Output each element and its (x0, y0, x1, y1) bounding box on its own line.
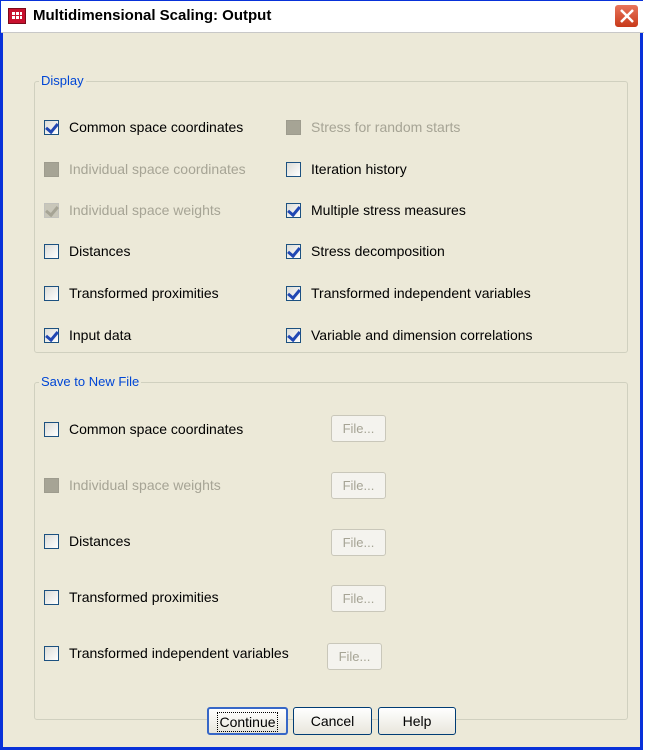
checkbox-multiple-stress-measures[interactable] (286, 203, 301, 218)
checkbox-save-transformed-proximities[interactable] (44, 590, 59, 605)
close-button[interactable] (614, 4, 639, 28)
label-iteration-history: Iteration history (311, 161, 407, 177)
checkbox-save-individual-space-weights[interactable] (44, 478, 59, 493)
label-save-individual-space-weights: Individual space weights (69, 477, 221, 493)
file-button-distances[interactable]: File... (331, 529, 386, 556)
label-save-transformed-proximities: Transformed proximities (69, 589, 219, 605)
cancel-button[interactable]: Cancel (293, 707, 372, 735)
checkbox-save-distances[interactable] (44, 534, 59, 549)
dialog-title: Multidimensional Scaling: Output (33, 7, 272, 24)
checkbox-transformed-independent-variables[interactable] (286, 286, 301, 301)
label-stress-decomposition: Stress decomposition (311, 243, 445, 259)
checkbox-individual-space-coordinates[interactable] (44, 162, 59, 177)
label-input-data: Input data (69, 327, 132, 343)
display-group-title: Display (39, 73, 86, 88)
title-bar: Multidimensional Scaling: Output (1, 1, 644, 33)
checkbox-common-space-coordinates[interactable] (44, 120, 59, 135)
label-distances: Distances (69, 243, 131, 259)
label-save-distances: Distances (69, 533, 131, 549)
continue-button[interactable]: Continue (207, 707, 288, 735)
label-stress-for-random-starts: Stress for random starts (311, 119, 461, 135)
checkbox-stress-decomposition[interactable] (286, 244, 301, 259)
checkbox-stress-for-random-starts[interactable] (286, 120, 301, 135)
label-individual-space-coordinates: Individual space coordinates (69, 161, 246, 177)
save-group-title: Save to New File (39, 374, 142, 389)
label-variable-and-dimension-correlations: Variable and dimension correlations (311, 327, 533, 343)
label-multiple-stress-measures: Multiple stress measures (311, 202, 466, 218)
continue-button-label: Continue (217, 712, 278, 732)
label-save-transformed-independent-variables: Transformed independent variables (69, 645, 289, 661)
checkbox-input-data[interactable] (44, 328, 59, 343)
help-button[interactable]: Help (378, 707, 456, 735)
label-transformed-independent-variables: Transformed independent variables (311, 285, 531, 301)
dialog-window: Multidimensional Scaling: Output Display… (0, 0, 644, 750)
file-button-individual-space-weights[interactable]: File... (331, 472, 386, 499)
checkbox-save-common-space-coordinates[interactable] (44, 422, 59, 437)
checkbox-transformed-proximities[interactable] (44, 286, 59, 301)
file-button-transformed-independent-variables[interactable]: File... (327, 643, 382, 670)
label-transformed-proximities: Transformed proximities (69, 285, 219, 301)
checkbox-individual-space-weights[interactable] (44, 203, 59, 218)
checkbox-variable-and-dimension-correlations[interactable] (286, 328, 301, 343)
label-common-space-coordinates: Common space coordinates (69, 119, 244, 135)
label-individual-space-weights: Individual space weights (69, 202, 221, 218)
close-icon (620, 9, 634, 23)
file-button-common-space-coordinates[interactable]: File... (331, 415, 386, 442)
label-save-common-space-coordinates: Common space coordinates (69, 421, 244, 437)
checkbox-iteration-history[interactable] (286, 162, 301, 177)
file-button-transformed-proximities[interactable]: File... (331, 585, 386, 612)
checkbox-save-transformed-independent-variables[interactable] (44, 646, 59, 661)
spss-app-icon (8, 8, 26, 24)
checkbox-distances[interactable] (44, 244, 59, 259)
